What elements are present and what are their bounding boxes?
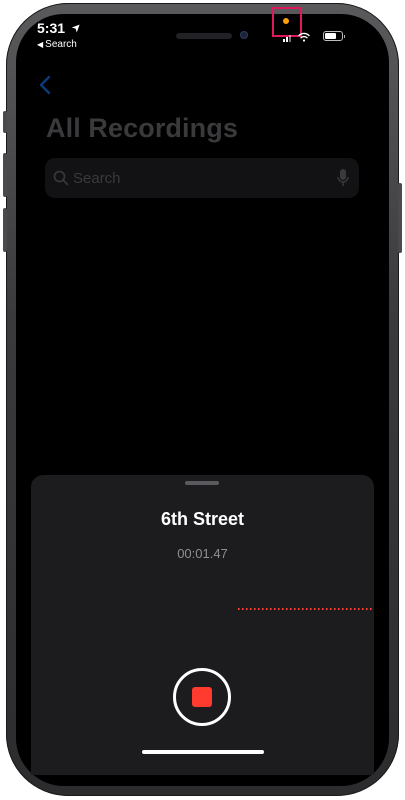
sheet-grabber-handle[interactable]: [185, 481, 219, 485]
notch: [132, 14, 288, 44]
recording-elapsed-time: 00:01.47: [177, 546, 228, 561]
back-chevron-icon[interactable]: [38, 75, 52, 95]
back-to-app-label: Search: [45, 39, 77, 50]
waveform-icon: [238, 608, 374, 610]
earpiece-speaker: [176, 33, 232, 39]
volume-up-button: [3, 153, 7, 197]
stop-recording-button[interactable]: [173, 668, 231, 726]
search-input[interactable]: [73, 168, 333, 188]
back-triangle-icon: ◀: [37, 40, 44, 49]
search-icon: [53, 170, 69, 186]
front-camera: [240, 31, 248, 39]
page-title: All Recordings: [46, 113, 238, 143]
silent-switch: [3, 111, 7, 133]
home-indicator[interactable]: [142, 750, 264, 754]
stop-recording-icon: [192, 687, 212, 707]
screenshot-page: 5:31 ➤ ◀ Search All Recordings Search 6t…: [0, 0, 405, 800]
recording-sheet: 6th Street 00:01.47: [31, 475, 374, 775]
dictation-mic-icon[interactable]: [337, 168, 349, 188]
wifi-icon: [298, 32, 310, 42]
recording-title[interactable]: 6th Street: [31, 509, 374, 530]
status-time: 5:31: [37, 20, 66, 36]
power-button: [398, 183, 402, 253]
cellular-signal-icon: [283, 34, 293, 42]
battery-icon: [323, 31, 345, 41]
search-bar[interactable]: [45, 158, 359, 198]
back-to-app-link[interactable]: ◀ Search: [37, 39, 77, 50]
volume-down-button: [3, 208, 7, 252]
microphone-in-use-indicator-icon: [283, 18, 289, 24]
